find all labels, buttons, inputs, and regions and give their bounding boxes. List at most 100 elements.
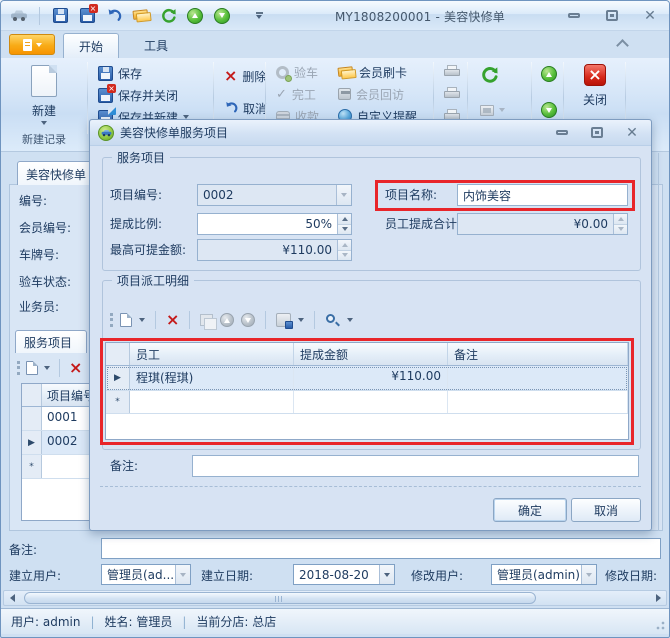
refresh-button[interactable] <box>477 64 502 84</box>
scroll-left-icon[interactable] <box>6 593 18 603</box>
copy-row-icon[interactable] <box>200 314 213 326</box>
status-branch: 当前分店: 总店 <box>196 613 276 630</box>
save-button[interactable]: 保存 <box>95 63 145 83</box>
toolbar-grip[interactable] <box>17 361 20 375</box>
search-icon[interactable] <box>325 313 340 328</box>
row-selector-header[interactable] <box>22 384 42 406</box>
cancel-label: 取消 <box>243 100 267 117</box>
move-up-icon[interactable] <box>185 6 205 26</box>
print-preview-button[interactable] <box>441 62 463 82</box>
printer-icon <box>444 87 460 101</box>
undo-icon[interactable] <box>104 6 124 26</box>
dispatch-toolbar: × <box>110 308 353 332</box>
member-swipe-label: 会员刷卡 <box>359 64 407 81</box>
delete-row-icon[interactable]: × <box>166 313 179 327</box>
chevron-down-icon[interactable] <box>581 565 596 584</box>
column-header-employee[interactable]: 员工 <box>130 343 294 365</box>
chevron-down-icon[interactable] <box>336 185 351 205</box>
row-selector-header[interactable] <box>106 343 130 365</box>
row-up-icon[interactable] <box>220 313 234 327</box>
chevron-down-icon <box>499 108 505 112</box>
ok-button[interactable]: 确定 <box>493 498 567 522</box>
add-row-icon[interactable] <box>120 313 132 327</box>
close-button[interactable]: ✕ <box>639 8 661 24</box>
toolbar-overflow-icon[interactable] <box>347 318 353 322</box>
dialog-close-button[interactable]: ✕ <box>621 125 643 141</box>
tab-start[interactable]: 开始 <box>63 33 119 58</box>
spinner-buttons[interactable] <box>337 214 351 234</box>
scroll-right-icon[interactable] <box>652 593 664 603</box>
remark-input[interactable] <box>101 538 661 559</box>
qat-overflow-icon[interactable] <box>253 6 265 26</box>
print-button[interactable] <box>441 84 463 104</box>
collapse-ribbon-icon[interactable] <box>616 39 629 52</box>
row-down-icon[interactable] <box>241 313 255 327</box>
tab-service-items[interactable]: 服务项目 <box>15 330 87 353</box>
member-visit-button[interactable]: 会员回访 <box>335 84 407 104</box>
created-date-label: 建立日期: <box>201 567 253 584</box>
app-menu-button[interactable] <box>9 34 55 55</box>
plate-no-label: 车牌号: <box>19 246 59 263</box>
project-no-combo[interactable]: 0002 <box>197 184 352 206</box>
chevron-down-icon[interactable] <box>175 565 190 584</box>
delete-button[interactable]: × 删除 <box>221 66 269 86</box>
move-down-icon[interactable] <box>212 6 232 26</box>
chevron-down-icon[interactable] <box>44 366 50 370</box>
tab-tools[interactable]: 工具 <box>129 33 183 58</box>
max-amount-field[interactable]: ¥110.00 <box>197 239 352 261</box>
chevron-down-icon[interactable] <box>298 318 304 322</box>
column-header-remark[interactable]: 备注 <box>448 343 628 365</box>
save-close-icon[interactable] <box>77 6 97 26</box>
save-and-close-button[interactable]: 保存并关闭 <box>95 85 181 105</box>
chevron-down-icon[interactable] <box>379 565 394 584</box>
export-icon[interactable] <box>276 313 291 327</box>
restore-button[interactable] <box>601 8 623 24</box>
card-folder-icon[interactable] <box>131 6 151 26</box>
created-by-combo[interactable]: 管理员(ad... <box>101 564 191 585</box>
horizontal-scrollbar[interactable] <box>3 590 667 606</box>
inspect-vehicle-button[interactable]: 验车 <box>273 62 321 82</box>
modified-by-combo[interactable]: 管理员(admin) <box>491 564 597 585</box>
save-icon[interactable] <box>50 6 70 26</box>
toolbar-grip[interactable] <box>110 313 113 327</box>
add-row-icon[interactable] <box>26 361 38 375</box>
rate-spinner[interactable]: 50% <box>197 213 352 235</box>
created-date-value: 2018-08-20 <box>294 568 379 582</box>
device-button[interactable] <box>477 100 508 120</box>
divider <box>189 311 190 329</box>
record-up-button[interactable] <box>538 64 560 84</box>
max-amount-label: 最高可提金额: <box>110 239 186 261</box>
minimize-button[interactable] <box>563 8 585 24</box>
delete-row-icon[interactable]: × <box>69 361 82 375</box>
refresh-icon[interactable] <box>158 6 178 26</box>
close-form-button[interactable]: 关闭 <box>567 61 623 108</box>
created-date-combo[interactable]: 2018-08-20 <box>293 564 395 585</box>
grid-new-row[interactable]: * <box>106 391 628 414</box>
scrollbar-thumb[interactable] <box>24 592 536 604</box>
tab-beauty-repair-order[interactable]: 美容快修单 <box>17 161 97 185</box>
record-down-button[interactable] <box>538 100 560 120</box>
project-name-value: 内饰美容 <box>458 187 627 204</box>
member-swipe-button[interactable]: 会员刷卡 <box>335 62 410 82</box>
new-button[interactable]: 新建 <box>13 61 75 133</box>
dialog-minimize-button[interactable] <box>551 125 573 141</box>
cell-remark <box>448 391 628 413</box>
staff-total-field[interactable]: ¥0.00 <box>457 213 628 235</box>
chevron-down-icon[interactable] <box>139 318 145 322</box>
close-label: 关闭 <box>583 91 607 108</box>
cancel-button[interactable]: 取消 <box>221 98 270 118</box>
divider <box>314 311 315 329</box>
project-name-input[interactable]: 内饰美容 <box>457 184 628 206</box>
cancel-button[interactable]: 取消 <box>571 498 641 522</box>
grid-row-selected[interactable]: ▶ 程琪(程琪) ¥110.00 <box>106 366 628 391</box>
dialog-restore-button[interactable] <box>586 125 608 141</box>
resize-grip[interactable] <box>655 620 665 630</box>
staff-total-label: 员工提成合计: <box>385 213 461 235</box>
cell-amount <box>294 391 448 413</box>
remark-label: 备注: <box>9 541 37 558</box>
project-no-label: 项目编号: <box>110 184 162 206</box>
column-header-amount[interactable]: 提成金额 <box>294 343 448 365</box>
app-car-icon[interactable] <box>9 6 29 26</box>
finish-button[interactable]: ✓ 完工 <box>273 84 319 104</box>
dialog-remark-input[interactable] <box>192 455 639 477</box>
